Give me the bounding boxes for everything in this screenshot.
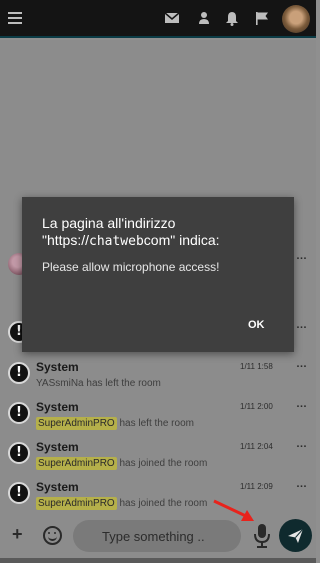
username-tag[interactable]: SuperAdminPRO <box>36 497 117 510</box>
message-menu-icon[interactable]: … <box>296 438 307 450</box>
dialog-title-url-prefix: "https:// <box>42 232 89 248</box>
message-sender: System <box>36 400 79 414</box>
bottom-strip <box>0 558 316 563</box>
message-sender: System <box>36 440 79 454</box>
dialog-title-line: La pagina all'indirizzo <box>42 215 176 231</box>
system-avatar-icon <box>8 362 30 384</box>
bell-icon[interactable] <box>224 10 240 26</box>
message-menu-icon[interactable]: … <box>296 398 307 410</box>
message-text: SuperAdminPRO has joined the room <box>36 457 208 470</box>
message-time: 1/11 2:00 <box>240 402 273 411</box>
user-icon[interactable] <box>196 10 212 26</box>
message-time: 1/11 2:09 <box>240 482 273 491</box>
message-action: has joined the room <box>119 498 208 509</box>
message-menu-icon[interactable]: … <box>296 250 307 262</box>
message-menu-icon[interactable]: … <box>296 358 307 370</box>
message-text: YASsmiNa has left the room <box>36 378 161 389</box>
mail-icon[interactable] <box>164 10 180 26</box>
emoji-icon[interactable] <box>43 526 62 545</box>
permission-dialog: La pagina all'indirizzo "https://chatweb… <box>22 197 294 352</box>
message-composer: + <box>0 514 316 558</box>
username-tag[interactable]: SuperAdminPRO <box>36 417 117 430</box>
chat-message: System 1/11 2:00 … SuperAdminPRO has lef… <box>0 396 316 436</box>
chat-message: System 1/11 2:09 … SuperAdminPRO has joi… <box>0 476 316 516</box>
message-time: 1/11 2:04 <box>240 442 273 451</box>
menu-icon[interactable] <box>8 12 22 24</box>
dialog-title-host: chatweb <box>89 234 144 249</box>
message-menu-icon[interactable]: … <box>296 478 307 490</box>
plus-icon[interactable]: + <box>12 524 23 545</box>
send-button[interactable] <box>279 519 312 552</box>
message-action: has joined the room <box>119 458 208 469</box>
system-avatar-icon <box>8 482 30 504</box>
chat-message: System 1/11 1:58 … YASsmiNa has left the… <box>0 356 316 396</box>
message-text: SuperAdminPRO has left the room <box>36 417 194 430</box>
send-icon <box>288 528 304 543</box>
ok-button[interactable]: OK <box>248 319 265 331</box>
system-avatar-icon <box>8 442 30 464</box>
message-menu-icon[interactable]: … <box>296 319 307 331</box>
flag-icon[interactable] <box>254 10 270 26</box>
message-time: 1/11 1:58 <box>240 362 273 371</box>
annotation-arrow-icon <box>213 499 254 521</box>
dialog-message: Please allow microphone access! <box>42 260 220 274</box>
message-action: has left the room <box>119 418 194 429</box>
message-sender: System <box>36 480 79 494</box>
dialog-title-url-suffix: com" indica: <box>143 232 220 248</box>
username-tag[interactable]: SuperAdminPRO <box>36 457 117 470</box>
user-avatar[interactable] <box>282 5 310 33</box>
dialog-title: La pagina all'indirizzo "https://chatweb… <box>42 215 287 250</box>
system-avatar-icon <box>8 402 30 424</box>
top-bar <box>0 0 316 38</box>
message-text: SuperAdminPRO has joined the room <box>36 497 208 510</box>
message-sender: System <box>36 360 79 374</box>
chat-message: System 1/11 2:04 … SuperAdminPRO has joi… <box>0 436 316 476</box>
